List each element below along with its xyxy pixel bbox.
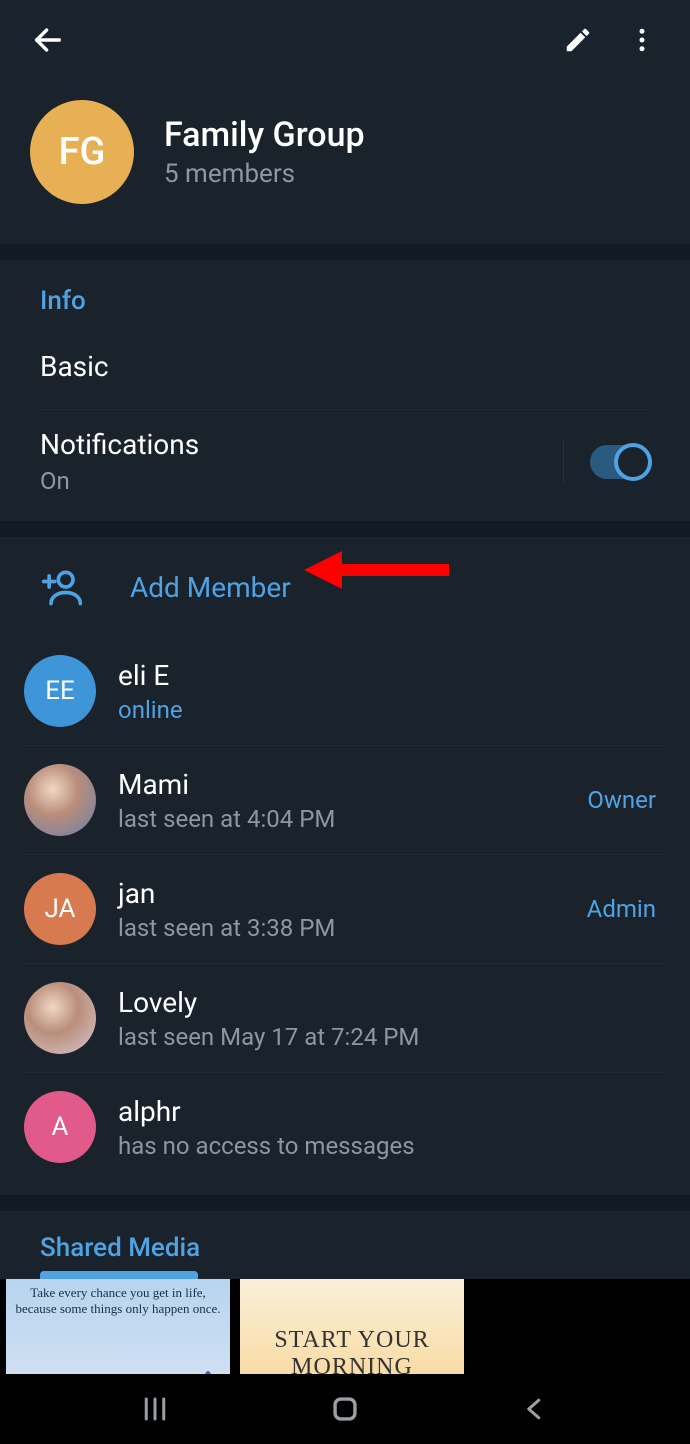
add-member-label: Add Member	[130, 571, 291, 604]
recent-apps-button[interactable]	[125, 1379, 185, 1439]
group-subtitle: 5 members	[164, 159, 365, 189]
group-header: FG Family Group 5 members	[0, 80, 690, 244]
member-role: Owner	[587, 786, 666, 814]
recent-apps-icon	[140, 1394, 170, 1424]
divider	[563, 440, 564, 484]
member-row[interactable]: Lovely last seen May 17 at 7:24 PM	[24, 964, 666, 1073]
back-button[interactable]	[20, 12, 76, 68]
section-divider	[0, 521, 690, 537]
pencil-icon	[563, 25, 593, 55]
member-name: jan	[118, 877, 575, 910]
member-name: alphr	[118, 1095, 666, 1128]
notifications-row[interactable]: Notifications On	[40, 410, 650, 521]
back-nav-button[interactable]	[505, 1379, 565, 1439]
member-status: last seen May 17 at 7:24 PM	[118, 1023, 666, 1051]
group-avatar[interactable]: FG	[30, 100, 134, 204]
member-status: last seen at 3:38 PM	[118, 914, 575, 942]
member-name: Mami	[118, 768, 575, 801]
notifications-status: On	[40, 467, 199, 495]
arrow-left-icon	[31, 23, 65, 57]
section-divider	[0, 244, 690, 260]
add-person-icon	[40, 565, 84, 609]
home-button[interactable]	[315, 1379, 375, 1439]
member-row[interactable]: JA jan last seen at 3:38 PM Admin	[24, 855, 666, 964]
more-vertical-icon	[627, 25, 657, 55]
member-status: online	[118, 696, 666, 724]
member-name: Lovely	[118, 986, 666, 1019]
more-button[interactable]	[614, 12, 670, 68]
member-role: Admin	[587, 895, 666, 923]
home-icon	[328, 1392, 362, 1426]
member-avatar[interactable]: EE	[24, 655, 96, 727]
member-row[interactable]: Aalphr has no access to messages	[24, 1073, 666, 1181]
info-section: Info Basic Notifications On	[0, 260, 690, 521]
member-avatar[interactable]: A	[24, 1091, 96, 1163]
member-status: has no access to messages	[118, 1132, 666, 1160]
add-member-button[interactable]: Add Member	[0, 537, 690, 637]
tab-indicator	[40, 1271, 198, 1279]
system-nav-bar	[0, 1374, 690, 1444]
section-divider	[0, 1195, 690, 1211]
top-bar	[0, 0, 690, 80]
member-avatar[interactable]: JA	[24, 873, 96, 945]
member-status: last seen at 4:04 PM	[118, 805, 575, 833]
notifications-toggle[interactable]	[590, 445, 650, 479]
edit-button[interactable]	[550, 12, 606, 68]
member-row[interactable]: Mami last seen at 4:04 PM Owner	[24, 746, 666, 855]
members-list: EE eli E online Mami last seen at 4:04 PM Own…	[0, 637, 690, 1195]
group-title: Family Group	[164, 115, 365, 155]
member-avatar[interactable]	[24, 982, 96, 1054]
member-name: eli E	[118, 659, 666, 692]
shared-media-header: Shared Media	[0, 1211, 690, 1271]
member-avatar[interactable]	[24, 764, 96, 836]
notifications-label: Notifications	[40, 428, 199, 461]
media-line1: START YOUR	[274, 1327, 429, 1354]
member-row[interactable]: EE eli E online	[24, 637, 666, 746]
group-type-row[interactable]: Basic	[40, 334, 650, 410]
media-quote: Take every chance you get in life, becau…	[12, 1285, 224, 1316]
info-section-header: Info	[40, 260, 650, 334]
chevron-left-icon	[520, 1394, 550, 1424]
